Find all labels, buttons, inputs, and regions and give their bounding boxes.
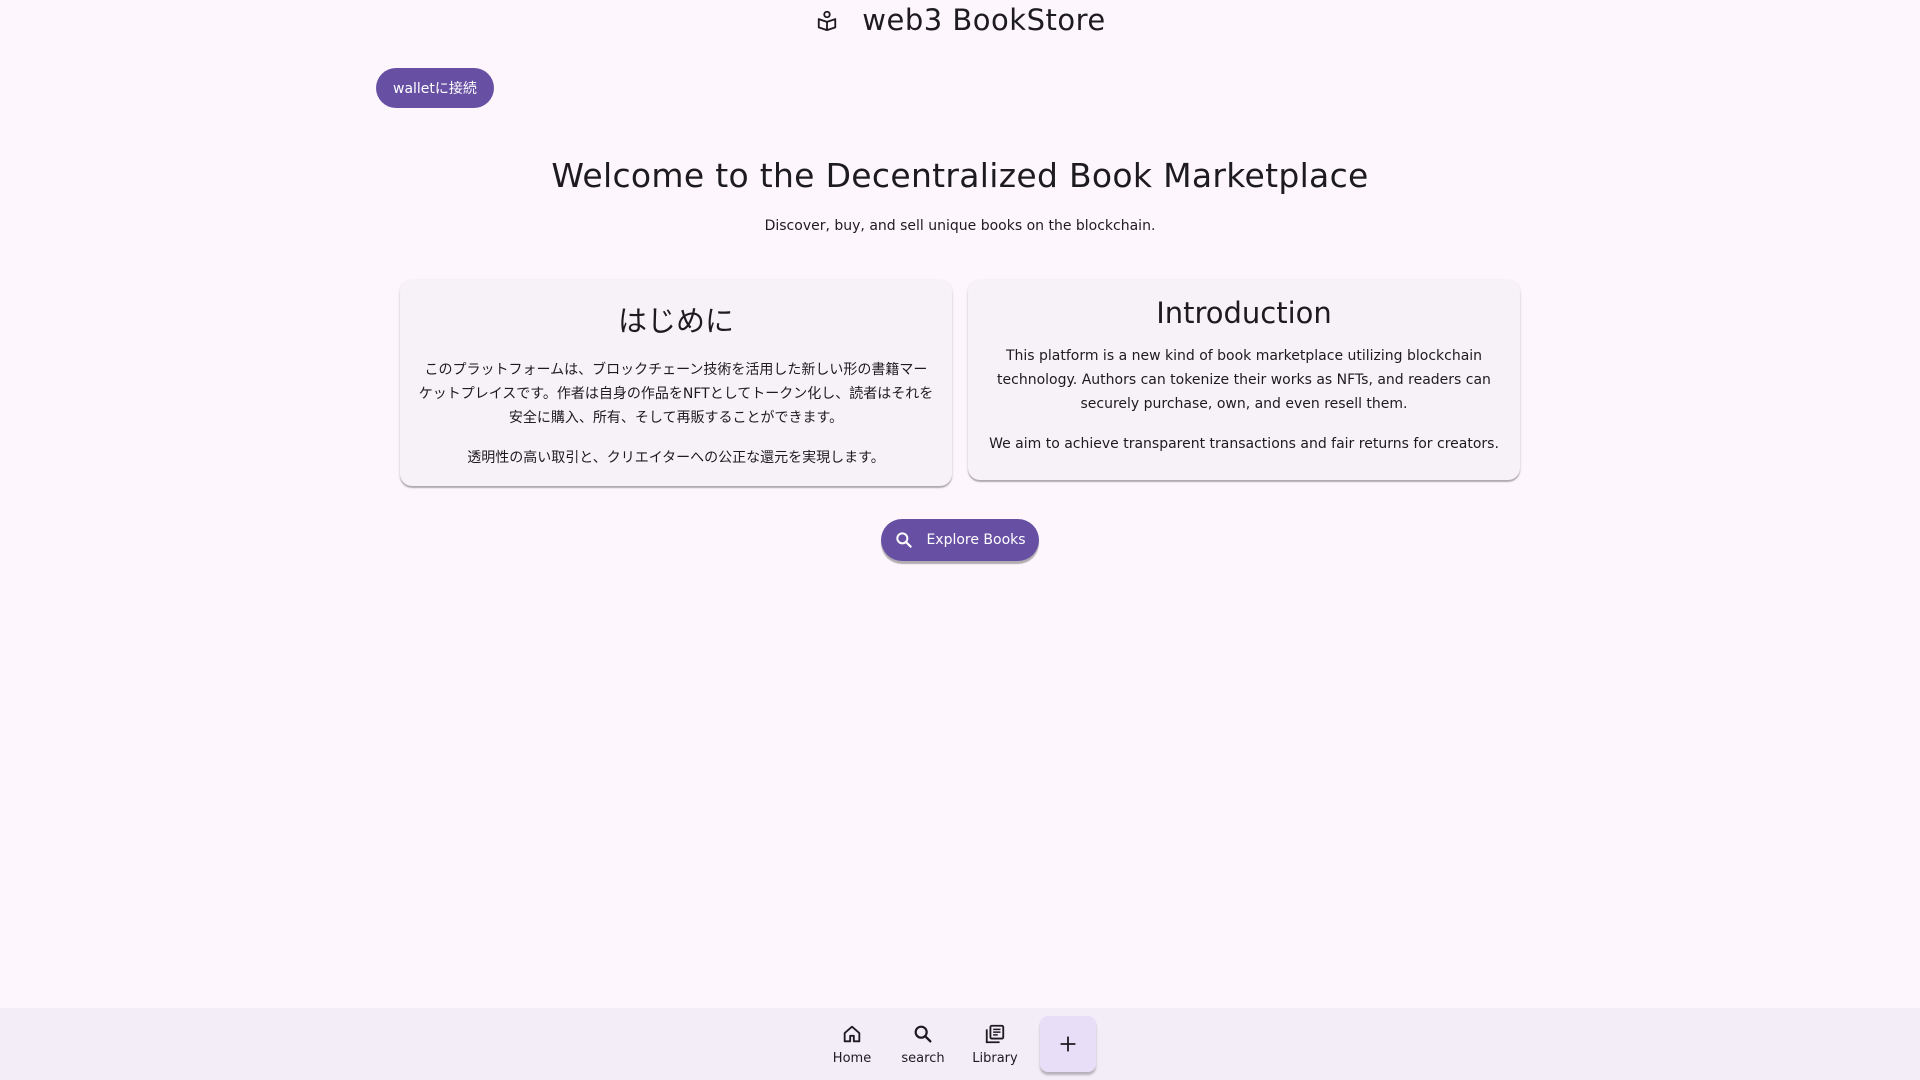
card-title: Introduction (1156, 296, 1332, 330)
nav-label: Home (832, 1051, 872, 1066)
nav-label: Library (972, 1051, 1018, 1066)
intro-card-japanese: はじめに このプラットフォームは、ブロックチェーン技術を活用した新しい形の書籍マ… (400, 280, 952, 486)
hero-title: Welcome to the Decentralized Book Market… (551, 156, 1369, 195)
card-title: はじめに (617, 304, 734, 338)
home-icon (840, 1022, 864, 1046)
intro-card-english: Introduction This platform is a new kind… (968, 280, 1520, 480)
bottom-navigation: Home search Library (0, 1008, 1920, 1080)
library-icon (983, 1022, 1007, 1046)
hero-subtitle: Discover, buy, and sell unique books on … (764, 218, 1156, 234)
add-button[interactable] (1040, 1016, 1096, 1072)
explore-books-button[interactable]: Explore Books (881, 519, 1039, 561)
nav-item-home[interactable]: Home (820, 1022, 884, 1072)
search-icon (894, 530, 914, 550)
nav-item-library[interactable]: Library (963, 1022, 1027, 1072)
nav-item-search[interactable]: search (891, 1022, 955, 1072)
card-paragraph: 透明性の高い取引と、クリエイターへの公正な還元を実現します。 (467, 450, 885, 466)
connect-wallet-button[interactable]: walletに接続 (376, 68, 494, 108)
app-header: web3 BookStore (0, 0, 1920, 40)
brand: web3 BookStore (814, 3, 1105, 37)
plus-icon (1059, 1035, 1077, 1053)
explore-books-label: Explore Books (926, 532, 1026, 548)
app-title: web3 BookStore (862, 3, 1106, 37)
page: web3 BookStore walletに接続 Welcome to the … (0, 0, 1920, 1080)
card-paragraph: We aim to achieve transparent transactio… (989, 436, 1499, 452)
nav-label: search (901, 1051, 945, 1066)
card-paragraph: This platform is a new kind of book mark… (997, 348, 1491, 412)
card-paragraph: このプラットフォームは、ブロックチェーン技術を活用した新しい形の書籍マーケットプ… (418, 362, 934, 426)
search-icon (911, 1022, 935, 1046)
book-reader-icon (814, 7, 840, 33)
